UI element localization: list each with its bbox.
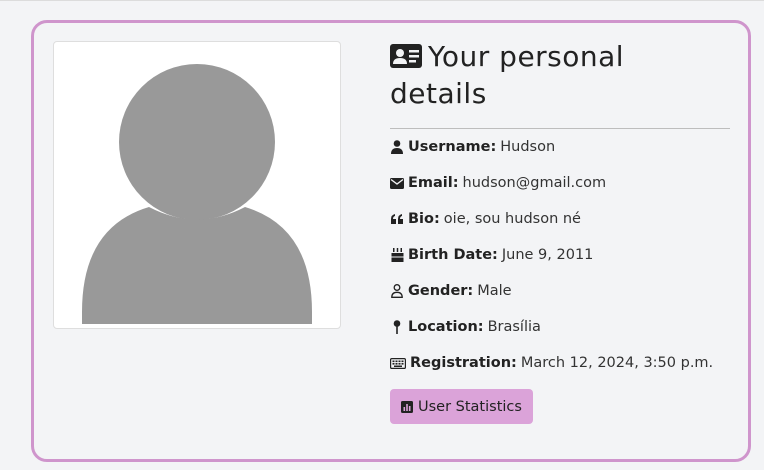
field-gender: Gender: Male bbox=[390, 273, 730, 309]
field-value: March 12, 2024, 3:50 p.m. bbox=[520, 355, 714, 371]
profile-card: Your personal details Username: Hudson E… bbox=[31, 20, 751, 462]
bar-chart-icon bbox=[401, 400, 413, 413]
field-label: Username: bbox=[408, 139, 497, 155]
field-value: Male bbox=[477, 283, 512, 299]
top-divider bbox=[0, 0, 764, 1]
avatar bbox=[53, 41, 341, 329]
field-label: Location: bbox=[408, 319, 484, 335]
keyboard-icon bbox=[390, 356, 406, 370]
user-statistics-label: User Statistics bbox=[418, 398, 522, 415]
page-title-text: Your personal details bbox=[390, 40, 625, 110]
field-label: Gender: bbox=[408, 283, 474, 299]
field-label: Registration: bbox=[410, 355, 517, 371]
field-location: Location: Brasília bbox=[390, 309, 730, 345]
field-label: Bio: bbox=[408, 211, 440, 227]
page-title: Your personal details bbox=[390, 39, 730, 111]
field-email: Email: hudson@gmail.com bbox=[390, 165, 730, 201]
envelope-icon bbox=[390, 176, 404, 190]
id-card-icon bbox=[390, 41, 422, 76]
quote-icon bbox=[390, 212, 404, 226]
cake-icon bbox=[390, 248, 404, 262]
user-icon bbox=[390, 140, 404, 154]
field-registration: Registration: March 12, 2024, 3:50 p.m. bbox=[390, 345, 730, 381]
field-value: hudson@gmail.com bbox=[462, 175, 607, 191]
pin-icon bbox=[390, 320, 404, 334]
default-avatar-icon bbox=[82, 64, 312, 324]
field-value: oie, sou hudson né bbox=[443, 211, 581, 227]
user-statistics-button[interactable]: User Statistics bbox=[390, 389, 533, 424]
field-bio: Bio: oie, sou hudson né bbox=[390, 201, 730, 237]
field-value: Brasília bbox=[487, 319, 541, 335]
person-outline-icon bbox=[390, 284, 404, 298]
field-value: June 9, 2011 bbox=[501, 247, 594, 263]
field-value: Hudson bbox=[500, 139, 556, 155]
field-username: Username: Hudson bbox=[390, 129, 730, 165]
field-label: Birth Date: bbox=[408, 247, 498, 263]
details-panel: Your personal details Username: Hudson E… bbox=[390, 39, 730, 424]
field-birth-date: Birth Date: June 9, 2011 bbox=[390, 237, 730, 273]
field-label: Email: bbox=[408, 175, 459, 191]
